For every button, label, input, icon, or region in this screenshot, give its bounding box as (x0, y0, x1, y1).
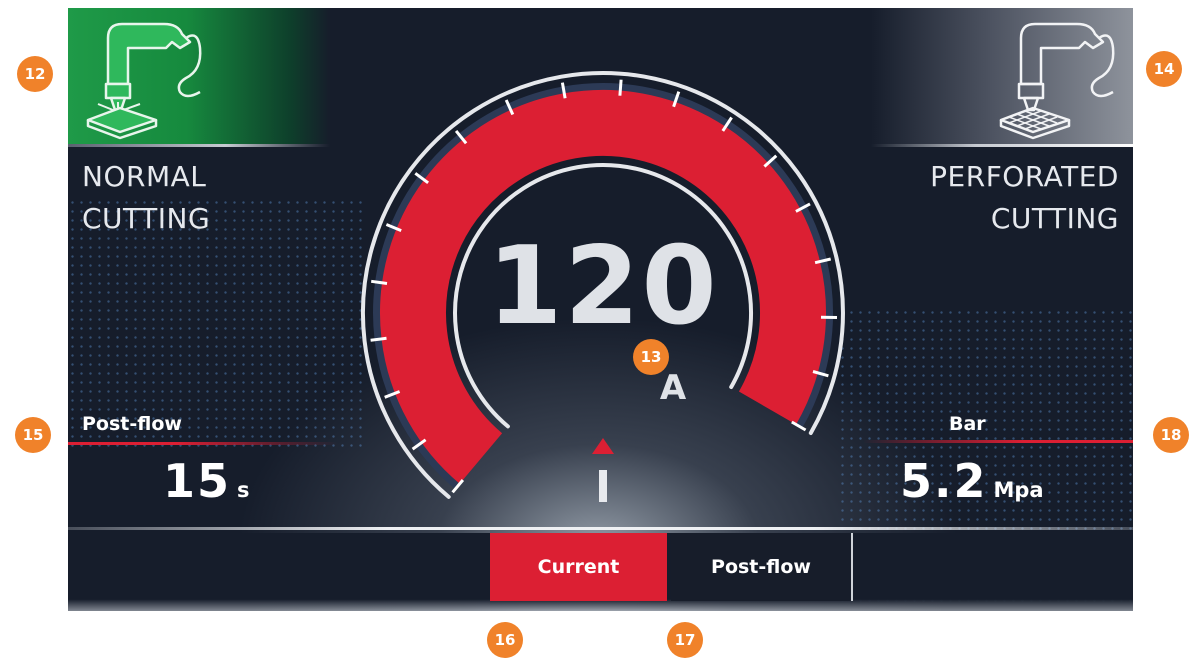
current-value: 120 (487, 224, 719, 349)
callout-12: 12 (17, 56, 53, 92)
gauge-tick (618, 79, 623, 96)
callout-17: 17 (667, 622, 703, 658)
pointer-icon (592, 438, 614, 502)
post-flow-number: 15 (163, 454, 232, 508)
bar-number: 5.2 (900, 454, 988, 508)
bottom-divider (68, 527, 1133, 530)
display-screen: NORMAL CUTTING PERFORATED CUTTING 120 A … (68, 8, 1133, 611)
callout-15: 15 (15, 417, 51, 453)
post-flow-unit: s (237, 478, 250, 502)
post-flow-divider (68, 442, 338, 445)
callout-14: 14 (1146, 51, 1182, 87)
tab-current[interactable]: Current (490, 533, 667, 601)
callout-13: 13 (633, 339, 669, 375)
gauge-tick (370, 336, 387, 342)
tab-post-flow[interactable]: Post-flow (671, 533, 853, 601)
bar-unit: Mpa (993, 478, 1044, 502)
post-flow-label: Post-flow (82, 413, 182, 435)
post-flow-value: 15 s (163, 456, 250, 515)
bar-value: 5.2 Mpa (900, 456, 1044, 515)
callout-16: 16 (487, 622, 523, 658)
bar-label: Bar (949, 413, 986, 435)
bar-divider (863, 440, 1133, 443)
callout-18: 18 (1153, 417, 1189, 453)
